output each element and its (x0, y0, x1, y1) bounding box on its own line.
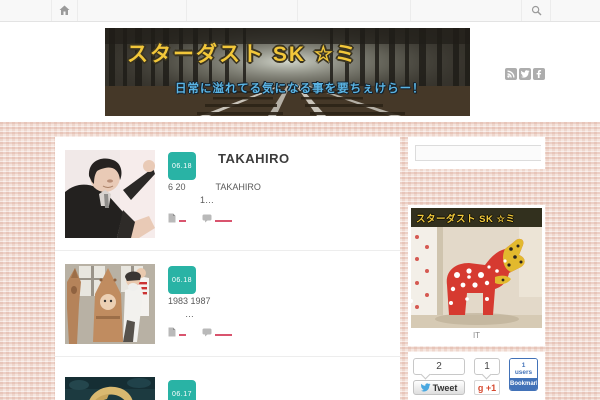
post-item-2: 06.18 1983 1987 … (55, 251, 400, 357)
post-1-thumbnail-image-man-gesturing (65, 150, 155, 238)
post-2-thumbnail[interactable] (65, 264, 155, 344)
site-subtitle: 日常に溢れてる気になる事を要ちぇけらー！ (175, 83, 425, 95)
twitter-bird-icon (420, 383, 431, 392)
post-1-date-badge: 06.18 (168, 152, 196, 180)
post-2-excerpt-line2: … (185, 309, 194, 319)
site-banner-link[interactable]: スターダスト SK ☆ミ 日常に溢れてる気になる事を要ちぇけらー！ (105, 28, 470, 116)
sidebar-search-widget (408, 137, 545, 169)
home-button[interactable] (52, 0, 78, 21)
post-3-content: 06.17 (168, 377, 388, 400)
gplus-button[interactable]: g +1 (474, 380, 500, 395)
content-area: 06.18 TAKAHIRO 6 20 TAKAHIRO 1… 06.18 19… (0, 122, 600, 400)
post-item-3: 06.17 (55, 357, 400, 400)
rss-link[interactable] (505, 68, 517, 80)
topbar-cell (551, 0, 600, 21)
topbar-cell (187, 0, 298, 21)
post-2-excerpt: 1983 1987 … (168, 295, 388, 321)
post-list: 06.18 TAKAHIRO 6 20 TAKAHIRO 1… 06.18 19… (55, 137, 400, 400)
site-title: スターダスト SK ☆ミ (127, 43, 358, 66)
search-toggle-button[interactable] (522, 0, 551, 21)
share-buttons: 2 Tweet 1 g +1 1 users Bookmark (408, 352, 545, 400)
post-1-excerpt-line2: 1… (200, 195, 215, 205)
post-1-meta (168, 213, 388, 223)
topbar-cell (78, 0, 187, 21)
post-1-excerpt-a: 6 20 (168, 182, 186, 192)
rss-icon (507, 70, 515, 78)
twitter-link[interactable] (519, 68, 531, 80)
topbar-cell (0, 0, 52, 21)
facebook-link[interactable] (533, 68, 545, 80)
twitter-share-module: 2 Tweet (413, 358, 465, 395)
hatena-count: 1 users (510, 359, 537, 378)
topbar-cell (411, 0, 522, 21)
twitter-icon (520, 70, 529, 78)
post-2-meta (168, 327, 388, 337)
post-1-content: 06.18 TAKAHIRO 6 20 TAKAHIRO 1… (168, 150, 388, 238)
post-1-title-link[interactable]: TAKAHIRO (218, 148, 290, 166)
tweet-button-label: Tweet (432, 382, 458, 393)
sidebar-banner-widget: スターダスト SK ☆ミ IT (408, 205, 545, 346)
category-link[interactable] (179, 220, 186, 222)
sidebar-widget-image-link[interactable] (411, 227, 542, 328)
comments-icon (202, 328, 212, 337)
topbar-cell (298, 0, 411, 21)
hatena-count-users: users (514, 369, 533, 376)
sidebar-widget-caption: IT (472, 331, 481, 340)
post-3-thumbnail[interactable] (65, 377, 155, 400)
comments-icon (202, 214, 212, 223)
top-navigation-bar (0, 0, 600, 22)
social-links (505, 68, 545, 80)
polka-dot-dog-sculpture-image (411, 227, 542, 328)
hatena-count-number: 1 (521, 362, 526, 369)
hatena-bookmark-button[interactable]: 1 users Bookmark (509, 358, 538, 391)
comments-link[interactable] (215, 334, 232, 336)
site-header: スターダスト SK ☆ミ 日常に溢れてる気になる事を要ちぇけらー！ (0, 22, 600, 122)
sidebar: スターダスト SK ☆ミ IT 2 Tweet 1 g +1 1 users B… (408, 137, 545, 400)
post-3-thumbnail-image-soccer-player (65, 377, 155, 400)
category-icon (168, 213, 176, 223)
page: スターダスト SK ☆ミ 日常に溢れてる気になる事を要ちぇけらー！ 06.18 … (0, 0, 600, 400)
tweet-button[interactable]: Tweet (413, 380, 465, 395)
post-1-excerpt: 6 20 TAKAHIRO 1… (168, 181, 388, 207)
post-item-1: 06.18 TAKAHIRO 6 20 TAKAHIRO 1… (55, 137, 400, 251)
category-link[interactable] (179, 334, 186, 336)
post-3-date-badge: 06.17 (168, 380, 196, 400)
search-icon (531, 5, 541, 16)
hatena-button-label: Bookmark (510, 378, 537, 390)
sidebar-widget-title: スターダスト SK ☆ミ (411, 208, 542, 227)
post-2-thumbnail-image-clay-costumes (65, 264, 155, 344)
gplus-share-module: 1 g +1 (474, 358, 500, 395)
post-2-content: 06.18 1983 1987 … (168, 264, 388, 344)
gplus-count[interactable]: 1 (474, 358, 500, 375)
search-input[interactable] (415, 145, 541, 161)
category-icon (168, 327, 176, 337)
post-1-excerpt-b: TAKAHIRO (215, 182, 261, 192)
post-1-thumbnail[interactable] (65, 150, 155, 238)
post-2-excerpt-a: 1983 1987 (168, 296, 211, 306)
comments-link[interactable] (215, 220, 232, 222)
post-2-date-badge: 06.18 (168, 266, 196, 294)
tweet-count[interactable]: 2 (413, 358, 465, 375)
facebook-icon (536, 70, 542, 78)
home-icon (59, 5, 70, 15)
